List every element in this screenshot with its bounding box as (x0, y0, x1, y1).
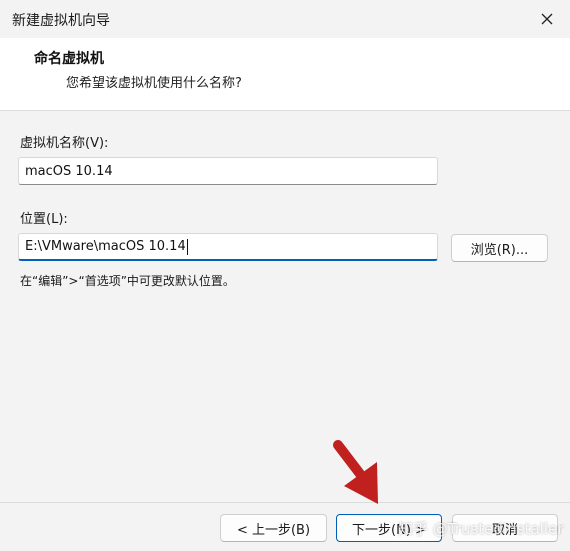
location-input[interactable]: E:\VMware\macOS 10.14 (18, 233, 438, 261)
close-button[interactable] (524, 0, 570, 38)
footer-divider (0, 502, 570, 503)
close-icon (541, 13, 553, 25)
arrow-shaft (333, 440, 375, 492)
next-button[interactable]: 下一步(N) > (336, 514, 442, 542)
browse-button[interactable]: 浏览(R)... (451, 234, 548, 262)
cancel-button[interactable]: 取消 (452, 514, 558, 542)
location-hint: 在“编辑”>“首选项”中可更改默认位置。 (20, 274, 235, 288)
wizard-header: 命名虚拟机 您希望该虚拟机使用什么名称? (0, 38, 570, 111)
title-bar: 新建虚拟机向导 (0, 0, 570, 38)
vm-name-label: 虚拟机名称(V): (20, 136, 109, 151)
arrow-head (344, 462, 378, 504)
vm-name-input[interactable]: macOS 10.14 (18, 157, 438, 185)
location-value: E:\VMware\macOS 10.14 (25, 239, 186, 254)
window-title: 新建虚拟机向导 (12, 13, 110, 29)
page-subtitle: 您希望该虚拟机使用什么名称? (66, 76, 242, 91)
back-button[interactable]: < 上一步(B) (220, 514, 327, 542)
page-title: 命名虚拟机 (34, 51, 104, 67)
text-caret (186, 238, 188, 255)
vm-name-value: macOS 10.14 (25, 163, 113, 179)
location-label: 位置(L): (20, 212, 68, 227)
